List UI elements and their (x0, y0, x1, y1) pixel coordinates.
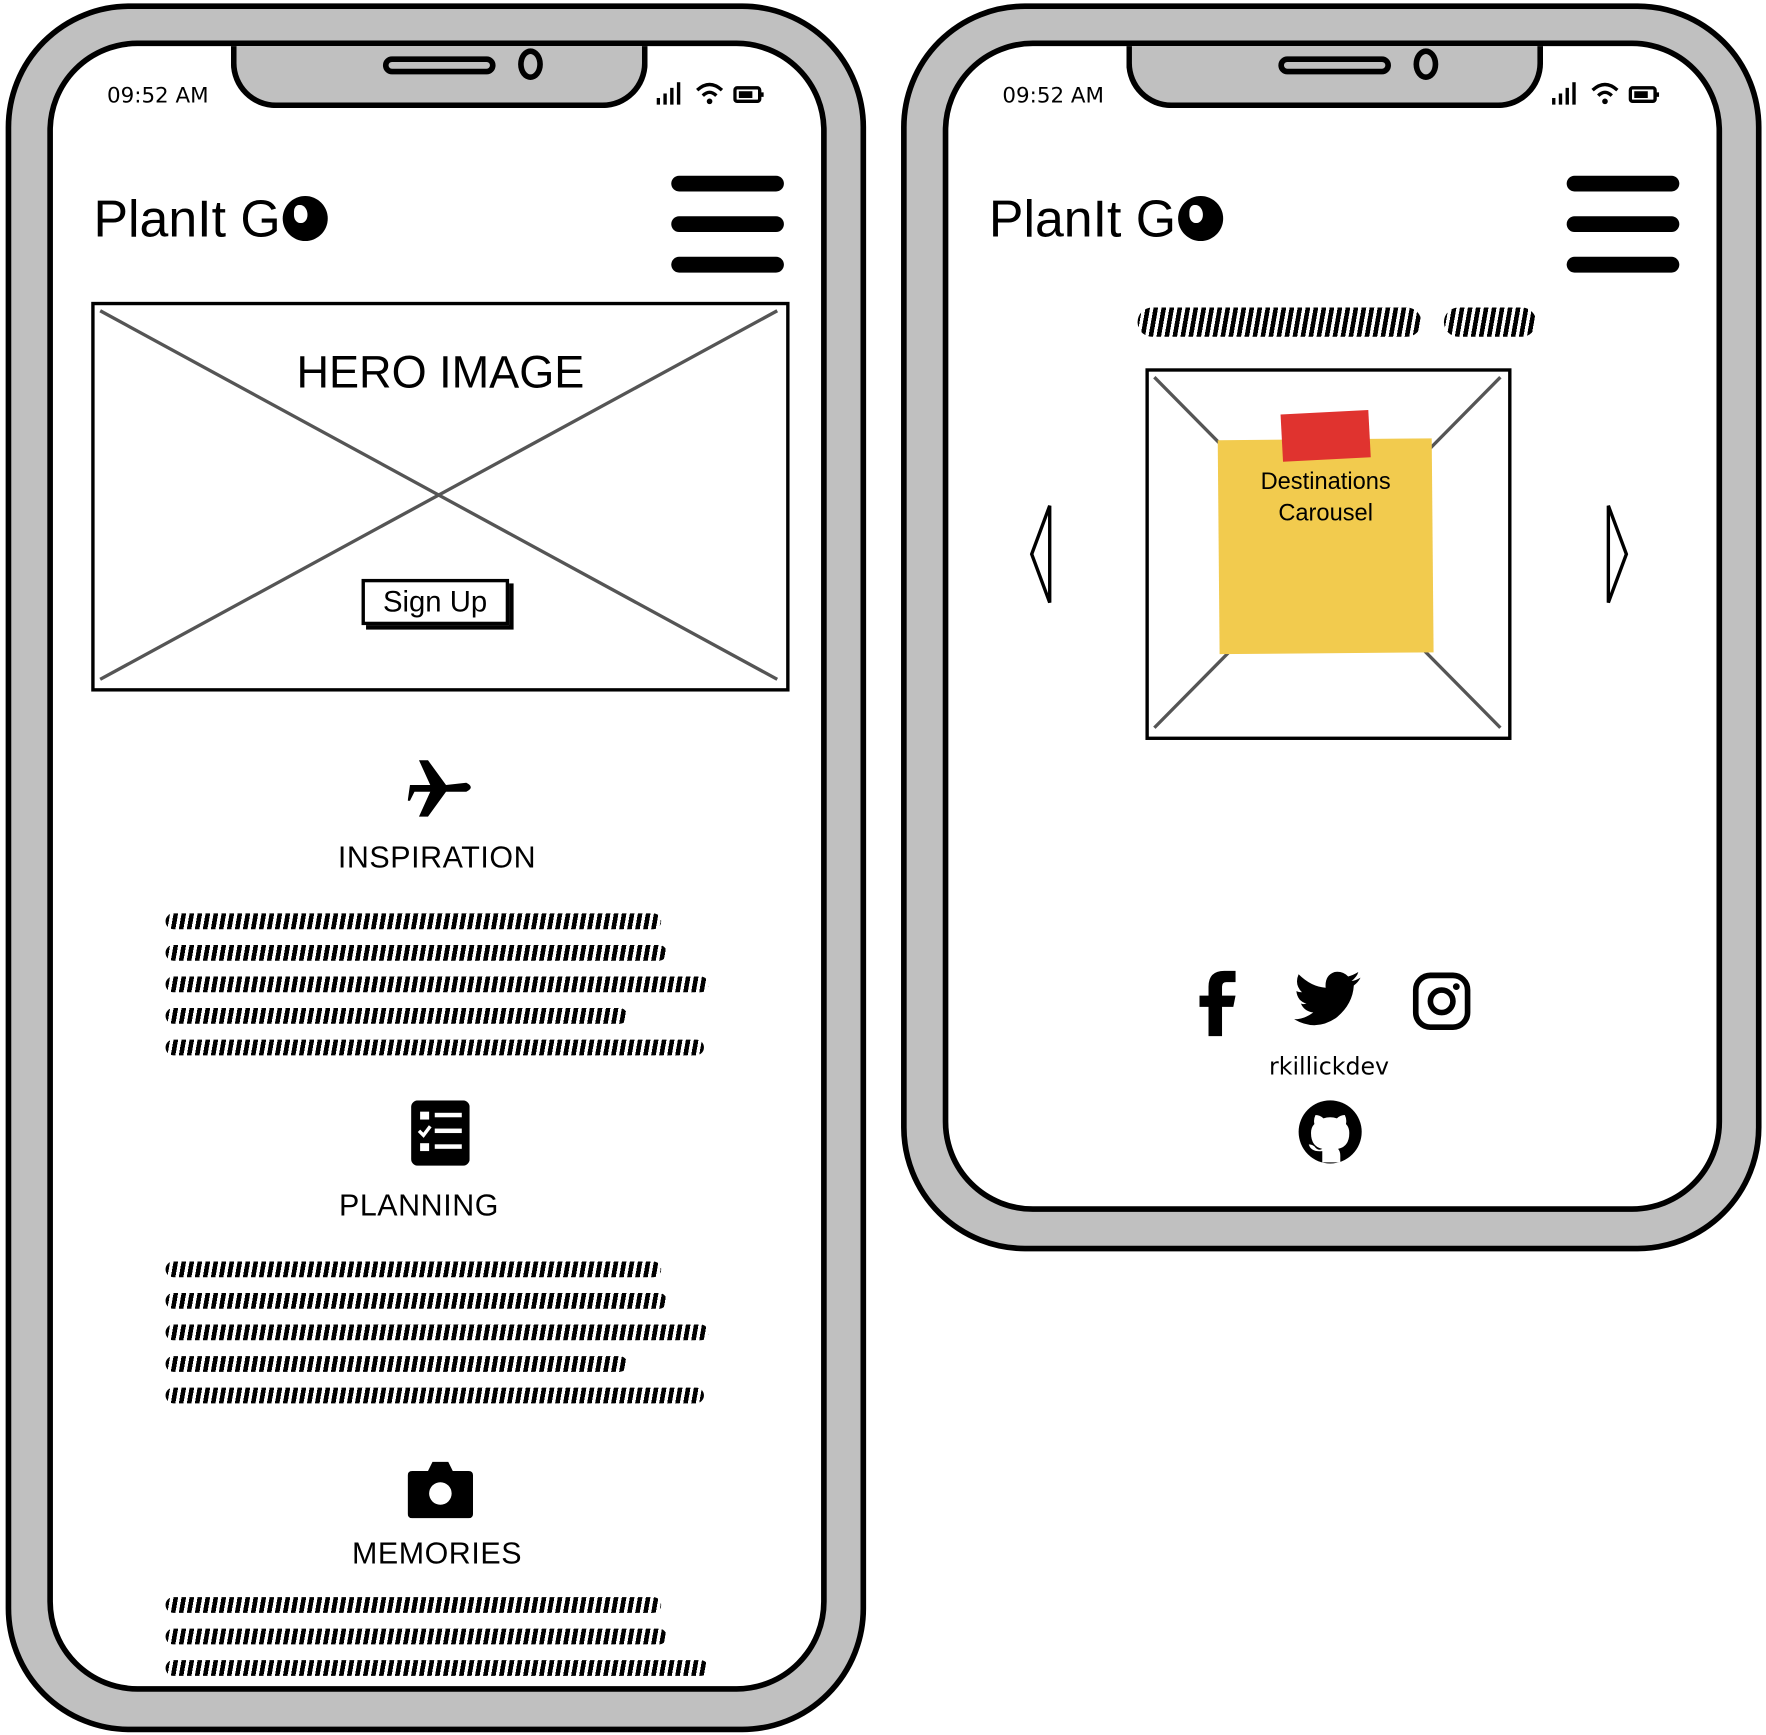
signal-icon (1552, 82, 1576, 105)
camera-lens (518, 48, 543, 80)
hamburger-menu-icon[interactable] (671, 175, 784, 298)
phone-notch (1126, 46, 1544, 109)
carousel-next-arrow[interactable] (1604, 502, 1631, 606)
sticky-note-text: Destinations Carousel (1260, 468, 1391, 526)
wifi-icon (696, 82, 724, 105)
signal-icon (656, 82, 681, 105)
app-logo[interactable]: PlanIt G (988, 188, 1224, 249)
camera-icon (407, 1461, 474, 1519)
section-title-planning: PLANNING (338, 1188, 499, 1223)
section-title-memories: MEMORIES (351, 1536, 523, 1571)
facebook-icon[interactable] (1197, 969, 1238, 1037)
status-time: 09:52 AM (1002, 83, 1104, 109)
globe-icon (282, 195, 328, 242)
sticky-tape (1280, 409, 1371, 462)
speaker (382, 56, 496, 75)
logo-text: PlanIt G (93, 189, 281, 248)
phone-notch (230, 46, 648, 109)
hero-title: HERO IMAGE (296, 348, 585, 398)
app-logo[interactable]: PlanIt G (93, 188, 328, 249)
github-icon[interactable] (1297, 1099, 1362, 1164)
checklist-icon (411, 1100, 470, 1166)
phone-screen-home: 09:52 AM PlanIt G HERO IMAGE Sign Up INS… (47, 40, 827, 1692)
status-time: 09:52 AM (106, 83, 209, 109)
airplane-icon (407, 760, 471, 817)
hamburger-menu-icon[interactable] (1566, 175, 1680, 298)
camera-lens (1413, 48, 1439, 80)
section-title-inspiration: INSPIRATION (337, 840, 537, 875)
social-handle[interactable]: rkillickdev (1216, 1053, 1441, 1080)
speaker (1278, 56, 1391, 75)
status-icons (656, 80, 765, 105)
sign-up-button[interactable]: Sign Up (361, 578, 509, 626)
globe-icon (1178, 195, 1224, 242)
hero-image-placeholder: HERO IMAGE Sign Up (91, 301, 790, 692)
logo-text: PlanIt G (988, 189, 1177, 248)
wifi-icon (1591, 82, 1619, 105)
twitter-icon[interactable] (1293, 971, 1363, 1030)
instagram-icon[interactable] (1412, 972, 1471, 1031)
status-icons (1552, 80, 1660, 105)
battery-icon (1628, 86, 1660, 104)
battery-icon (733, 86, 764, 104)
carousel-prev-arrow[interactable] (1027, 502, 1054, 606)
